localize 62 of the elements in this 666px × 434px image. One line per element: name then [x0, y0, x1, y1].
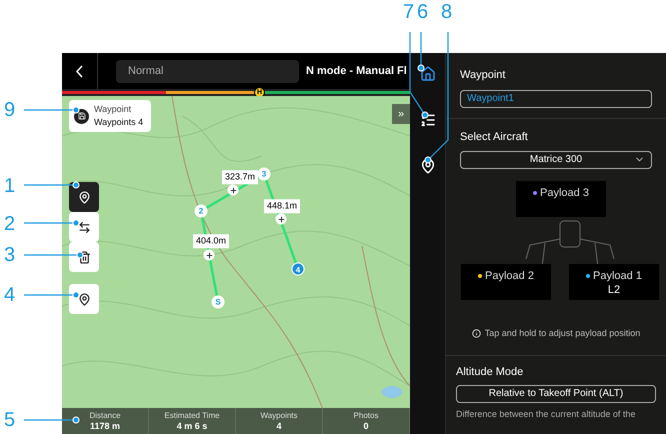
distance-label: 323.7m	[222, 170, 258, 184]
tool-button[interactable]	[69, 212, 99, 242]
plus-icon	[229, 186, 237, 194]
payload-slot[interactable]: Payload 1 L2	[569, 264, 659, 300]
callout-number: 7	[403, 2, 414, 22]
back-icon	[76, 64, 83, 78]
tool-button[interactable]	[69, 242, 99, 272]
leader-line	[24, 182, 80, 188]
waypoint-name-field[interactable]: Waypoint1	[460, 90, 652, 108]
callout-number: 6	[417, 2, 428, 22]
stat-label: Photos	[354, 410, 378, 421]
payload-slot[interactable]: Payload 3	[516, 181, 606, 217]
mode-field[interactable]: Normal	[116, 60, 299, 82]
altitude-label: Altitude Mode	[456, 364, 524, 380]
leader-line	[24, 416, 80, 424]
stat-value: 4	[276, 421, 282, 432]
leader-line	[24, 252, 84, 258]
stat-label: Waypoints	[260, 410, 298, 421]
waypoint-label: Waypoint	[460, 68, 506, 83]
tool-button[interactable]	[69, 182, 99, 212]
info-icon	[472, 329, 481, 338]
callout-number: 4	[4, 285, 16, 305]
payload-name: Payload 3	[533, 186, 589, 200]
route-card[interactable]: Waypoint Waypoints 4	[69, 100, 151, 132]
stat-label: Estimated Time	[164, 410, 220, 421]
plus-icon	[205, 251, 213, 259]
callout-number: 2	[4, 214, 16, 234]
pin-icon	[78, 190, 90, 204]
leader-line	[24, 106, 80, 114]
route-card-title: Waypoint	[94, 103, 132, 116]
stat-value: 1178 m	[90, 421, 120, 432]
leader-line	[24, 220, 80, 226]
payload-name: Payload 1	[586, 269, 642, 283]
home-icon	[420, 66, 436, 82]
payload-detail: L2	[608, 283, 620, 297]
callout-number: 5	[4, 410, 16, 430]
payload-slot[interactable]: Payload 2	[461, 264, 551, 300]
callout-number: 3	[4, 245, 16, 265]
pin-icon	[78, 292, 90, 306]
distance-label: 404.0m	[192, 234, 230, 248]
payload-name: Payload 2	[478, 269, 534, 283]
stat-value: 0	[363, 421, 368, 432]
flight-mode: N mode - Manual Fl	[306, 64, 407, 79]
aircraft-label: Select Aircraft	[460, 130, 529, 144]
distance-label: 448.1m	[264, 199, 300, 213]
route-card-subtitle: Waypoints 4	[94, 116, 144, 129]
callout-number: 8	[441, 2, 452, 22]
aircraft-dropdown[interactable]: Matrice 300	[460, 151, 652, 169]
altitude-mode-button[interactable]: Relative to Takeoff Point (ALT)	[456, 385, 656, 403]
callout-number: 9	[4, 100, 16, 120]
callout-number: 1	[4, 176, 16, 196]
trash-icon	[78, 250, 90, 264]
payload-hint: Tap and hold to adjust payload position	[484, 327, 640, 340]
pin-icon	[420, 158, 436, 174]
leader-line	[24, 292, 80, 298]
stat-value: 4 m 6 s	[176, 421, 208, 432]
plus-icon	[277, 215, 285, 223]
stat-label: Distance	[89, 410, 121, 421]
expand-button[interactable]: »	[392, 104, 410, 124]
altitude-note: Difference between the current altitude of the	[456, 408, 636, 421]
tool-button[interactable]	[69, 284, 99, 314]
swap-icon	[78, 220, 90, 234]
